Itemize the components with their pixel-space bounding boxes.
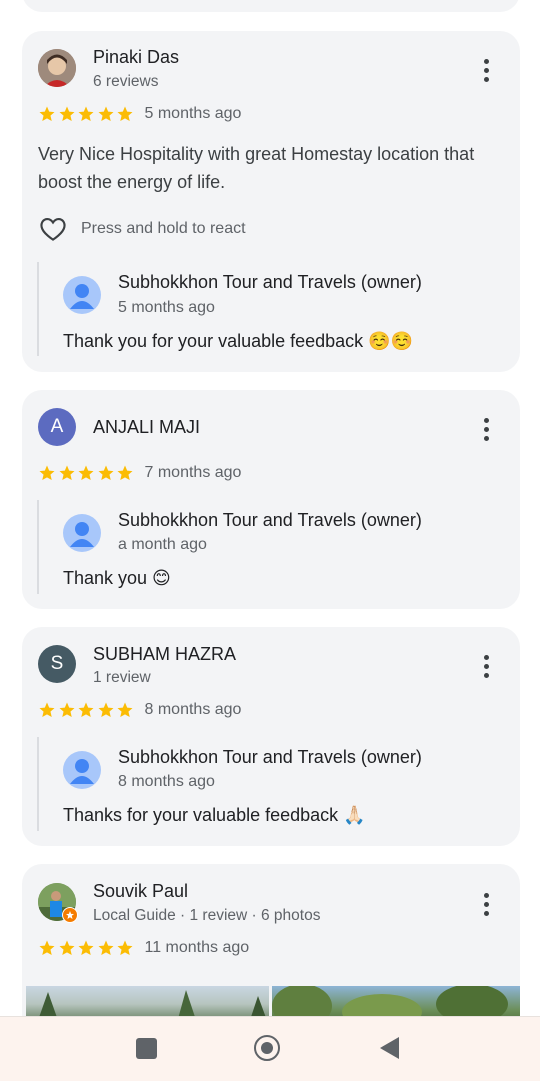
star-icon [59, 702, 74, 718]
reviewer-meta: Local Guide · 1 review · 6 photos [93, 907, 321, 924]
star-icon [39, 465, 55, 481]
more-options-icon[interactable] [476, 655, 496, 678]
reply-text: Thank you 😊 [63, 568, 171, 588]
owner-name: Subhokkhon Tour and Travels (owner) [118, 272, 422, 292]
star-icon [39, 702, 55, 718]
reviewer-avatar[interactable]: S [38, 645, 76, 683]
more-options-icon[interactable] [476, 59, 496, 82]
react-button[interactable]: Press and hold to react [38, 216, 246, 242]
star-icon [98, 106, 113, 122]
star-rating: 7 months ago [38, 463, 241, 483]
reply-text: Thanks for your valuable feedback 🙏🏻 [63, 805, 366, 825]
reply-text: Thank you for your valuable feedback ☺️☺… [63, 331, 414, 351]
review-time: 7 months ago [144, 464, 242, 481]
star-icon [78, 702, 94, 718]
local-guide-badge-icon [62, 907, 78, 923]
review-text: Very Nice Hospitality with great Homesta… [38, 144, 475, 192]
reviewer-name[interactable]: SUBHAM HAZRA [93, 644, 236, 665]
owner-avatar [63, 751, 101, 789]
person-icon [70, 284, 94, 309]
star-icon [117, 106, 133, 122]
person-icon [70, 759, 94, 784]
star-icon [78, 940, 94, 956]
star-icon [78, 106, 94, 122]
review-card: S SUBHAM HAZRA 1 review 8 months ago Sub… [22, 627, 520, 846]
system-navigation-bar [0, 1016, 540, 1081]
star-rating: 5 months ago [38, 104, 241, 124]
star-rating: 11 months ago [38, 938, 249, 958]
reviewer-name[interactable]: Pinaki Das [93, 47, 179, 68]
owner-name: Subhokkhon Tour and Travels (owner) [118, 747, 422, 767]
reviewer-meta: 1 review [93, 669, 151, 686]
owner-reply: Subhokkhon Tour and Travels (owner) a mo… [37, 500, 499, 594]
reply-time: 8 months ago [118, 773, 215, 790]
more-options-icon[interactable] [476, 418, 496, 441]
star-icon [98, 702, 113, 718]
review-card: A ANJALI MAJI 7 months ago Subhokkhon To… [22, 390, 520, 609]
home-circle-icon[interactable] [254, 1035, 280, 1061]
star-icon [117, 702, 133, 718]
reply-time: a month ago [118, 536, 207, 553]
star-icon [59, 940, 74, 956]
reviewer-avatar[interactable] [38, 883, 78, 923]
reviewer-avatar[interactable] [38, 49, 76, 87]
person-icon [70, 522, 94, 547]
star-icon [98, 465, 113, 481]
review-card-partial [22, 0, 520, 12]
review-time: 8 months ago [144, 701, 242, 718]
star-icon [39, 106, 55, 122]
star-icon [59, 106, 74, 122]
review-time: 5 months ago [144, 105, 242, 122]
reviewer-name[interactable]: ANJALI MAJI [93, 417, 200, 438]
recents-square-icon[interactable] [136, 1038, 157, 1059]
profile-photo-icon [38, 49, 76, 87]
heart-icon [40, 218, 66, 241]
star-rating: 8 months ago [38, 700, 241, 720]
owner-reply: Subhokkhon Tour and Travels (owner) 5 mo… [37, 262, 499, 356]
star-icon [59, 465, 74, 481]
star-icon [78, 465, 94, 481]
reviewer-name[interactable]: Souvik Paul [93, 881, 188, 902]
owner-reply: Subhokkhon Tour and Travels (owner) 8 mo… [37, 737, 499, 831]
star-icon [117, 465, 133, 481]
more-options-icon[interactable] [476, 893, 496, 916]
review-time: 11 months ago [144, 939, 250, 956]
back-triangle-icon[interactable] [380, 1037, 399, 1059]
react-label: Press and hold to react [81, 220, 246, 237]
star-icon [117, 940, 133, 956]
owner-avatar [63, 276, 101, 314]
reply-time: 5 months ago [118, 299, 215, 316]
owner-name: Subhokkhon Tour and Travels (owner) [118, 510, 422, 530]
reviewer-meta: 6 reviews [93, 73, 159, 90]
review-card: Pinaki Das 6 reviews 5 months ago Very N… [22, 31, 520, 372]
reviewer-avatar[interactable]: A [38, 408, 76, 446]
star-icon [98, 940, 113, 956]
star-icon [39, 940, 55, 956]
owner-avatar [63, 514, 101, 552]
